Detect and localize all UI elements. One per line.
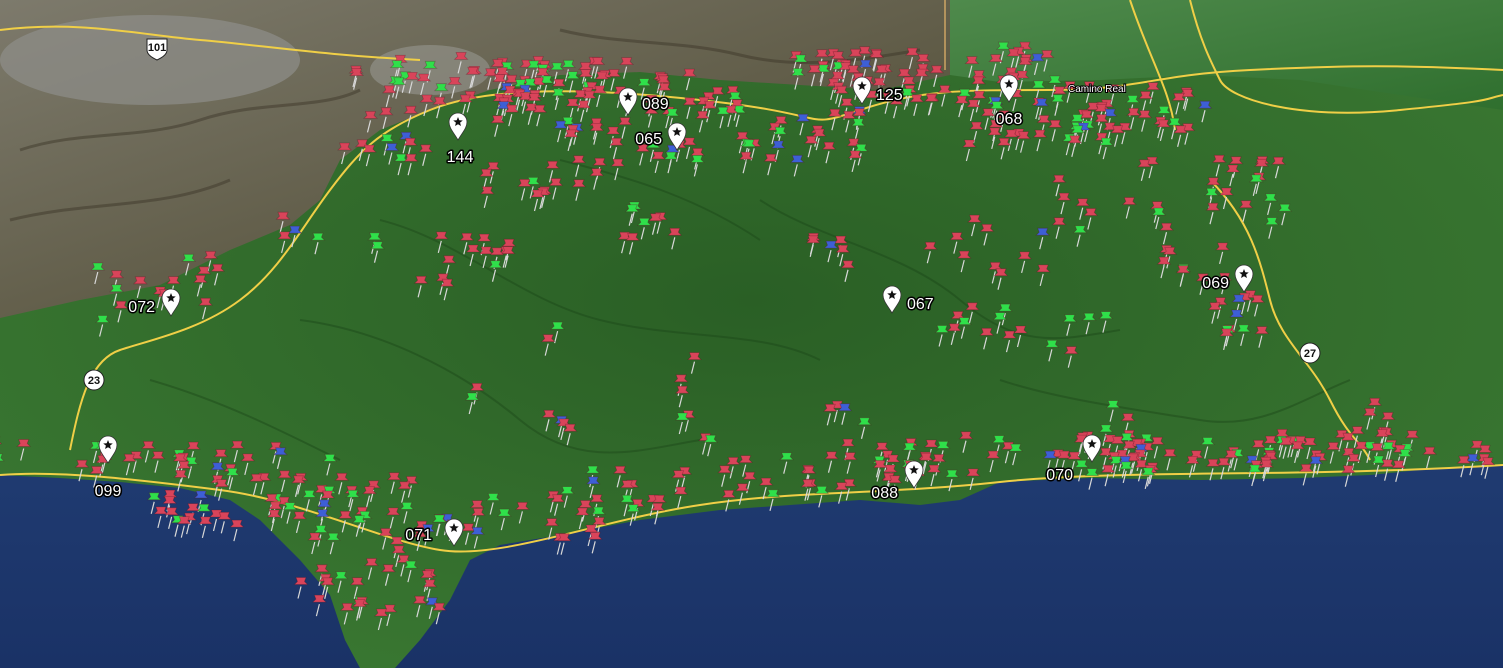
map-marker-125[interactable]: 125 xyxy=(852,76,904,106)
map-marker-069[interactable]: 069 xyxy=(1201,264,1254,294)
shield-label-101: 101 xyxy=(148,42,166,54)
map-marker-067[interactable]: 067 xyxy=(882,285,935,315)
satellite-map[interactable]: 101 23 27 Camino Real 144 089 065 125 068 072… xyxy=(0,0,1503,668)
map-marker-099[interactable]: 099 xyxy=(93,435,123,502)
marker-label-068: 068 xyxy=(996,111,1023,128)
marker-label-065: 065 xyxy=(635,131,662,148)
highway-shield-icon: 27 xyxy=(1299,342,1321,364)
road-label: Camino Real xyxy=(1068,84,1126,95)
shield-label-27: 27 xyxy=(1304,348,1316,360)
map-marker-089[interactable]: 089 xyxy=(618,87,670,116)
map-marker-144[interactable]: 144 xyxy=(445,112,475,168)
marker-label-089: 089 xyxy=(642,96,669,113)
marker-label-070: 070 xyxy=(1046,467,1073,484)
marker-label-071: 071 xyxy=(405,527,432,544)
map-marker-070[interactable]: 070 xyxy=(1045,434,1102,486)
highway-shield-icon: 23 xyxy=(83,369,105,391)
highway-shield-icon: 101 xyxy=(146,38,168,61)
overlay-layer: 101 23 27 Camino Real 144 089 065 125 068 072… xyxy=(83,38,1321,547)
map-marker-071[interactable]: 071 xyxy=(404,518,464,547)
marker-label-099: 099 xyxy=(95,483,122,500)
marker-label-069: 069 xyxy=(1202,275,1229,292)
map-marker-068[interactable]: 068 xyxy=(994,74,1024,130)
marker-label-072: 072 xyxy=(128,299,155,316)
map-marker-065[interactable]: 065 xyxy=(634,122,687,151)
map-marker-072[interactable]: 072 xyxy=(127,288,181,318)
marker-label-144: 144 xyxy=(447,149,474,166)
marker-label-088: 088 xyxy=(871,485,898,502)
map-marker-088[interactable]: 088 xyxy=(870,460,924,504)
shield-label-23: 23 xyxy=(88,375,100,387)
marker-label-125: 125 xyxy=(876,87,903,104)
marker-label-067: 067 xyxy=(907,296,934,313)
